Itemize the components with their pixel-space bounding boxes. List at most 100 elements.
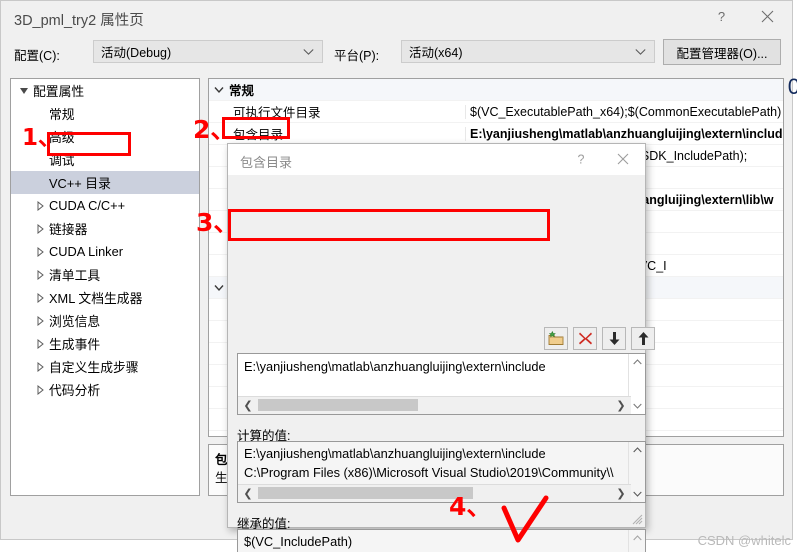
evaluated-values-lines: E:\yanjiusheng\matlab\anzhuangluijing\ex… <box>238 442 645 482</box>
scroll-left-icon[interactable]: ❮ <box>240 397 256 413</box>
directories-editor[interactable]: E:\yanjiusheng\matlab\anzhuangluijing\ex… <box>237 353 646 415</box>
scroll-up-icon[interactable] <box>629 354 645 370</box>
chevron-right-icon[interactable] <box>31 223 49 234</box>
edge-clipped-character: 0 <box>787 74 797 99</box>
tree-item-3[interactable]: 调试 <box>11 148 199 171</box>
delete-button[interactable] <box>573 327 597 350</box>
tree-item-6[interactable]: 链接器 <box>11 217 199 240</box>
dialog-titlebar: 包含目录 ? <box>228 144 645 175</box>
tree-item-label: CUDA C/C++ <box>49 198 126 213</box>
inherited-entry: $(VC_IncludePath) <box>244 534 353 549</box>
tree-item-label: 自定义生成步骤 <box>49 360 139 375</box>
grid-group-row[interactable]: 常规 <box>209 79 783 101</box>
tree-item-label: VC++ 目录 <box>49 176 111 191</box>
directories-editor-lines: E:\yanjiusheng\matlab\anzhuangluijing\ex… <box>238 354 645 376</box>
move-down-button[interactable] <box>602 327 626 350</box>
screenshot-root: 3D_pml_try2 属性页 ? 配置(C): 活动(Debug) 平台(P)… <box>0 0 797 552</box>
resize-grip-icon[interactable] <box>631 513 643 525</box>
chevron-down-icon[interactable] <box>209 86 229 94</box>
window-title: 3D_pml_try2 属性页 <box>14 13 144 29</box>
svg-text:?: ? <box>578 152 585 166</box>
svg-text:?: ? <box>717 9 724 24</box>
chevron-right-icon[interactable] <box>31 315 49 326</box>
platform-select-value: 活动(x64) <box>409 46 463 60</box>
help-icon[interactable]: ? <box>698 1 744 32</box>
tree-item-7[interactable]: CUDA Linker <box>11 240 199 263</box>
new-folder-icon <box>548 331 564 345</box>
hscroll-thumb[interactable] <box>258 399 418 411</box>
tree-item-9[interactable]: XML 文档生成器 <box>11 286 199 309</box>
inherited-values-lines: $(VC_IncludePath)$(WindowsSDK_IncludePat… <box>238 530 645 552</box>
tree-item-label: 调试 <box>49 153 75 168</box>
tree-item-label: 高级 <box>49 130 75 145</box>
tree-item-2[interactable]: 高级 <box>11 125 199 148</box>
tree-item-label: 代码分析 <box>49 383 101 398</box>
config-label: 配置(C): <box>14 49 60 63</box>
tree-list: 配置属性 常规高级调试 VC++ 目录 CUDA C/C++ 链接器 CUDA Linke… <box>11 79 199 401</box>
chevron-down-icon <box>303 48 314 55</box>
platform-select[interactable]: 活动(x64) <box>401 40 655 63</box>
grid-property-row[interactable]: 可执行文件目录 $(VC_ExecutablePath_x64);$(Common… <box>209 101 783 123</box>
grid-property-name: 常规 <box>229 84 255 98</box>
dialog-title: 包含目录 <box>240 155 293 170</box>
scroll-left-icon[interactable]: ❮ <box>240 485 256 501</box>
chevron-down-icon[interactable] <box>209 284 229 292</box>
move-up-button[interactable] <box>631 327 655 350</box>
chevron-right-icon[interactable] <box>31 292 49 303</box>
configuration-tree[interactable]: 配置属性 常规高级调试 VC++ 目录 CUDA C/C++ 链接器 CUDA Linke… <box>10 78 200 496</box>
arrow-up-icon <box>638 332 648 345</box>
tree-item-1[interactable]: 常规 <box>11 102 199 125</box>
scroll-right-icon[interactable]: ❯ <box>613 397 629 413</box>
tree-item-12[interactable]: 自定义生成步骤 <box>11 355 199 378</box>
config-manager-button[interactable]: 配置管理器(O)... <box>663 39 781 65</box>
chevron-down-icon[interactable] <box>15 86 33 96</box>
watermark: CSDN @whitelc <box>697 533 791 548</box>
chevron-right-icon[interactable] <box>31 384 49 395</box>
inherited-vertical-scrollbar[interactable] <box>628 530 645 552</box>
hscroll-thumb[interactable] <box>258 487 473 499</box>
include-directories-dialog: 包含目录 ? E:\yanjiusheng\matlab\anzhuanglui… <box>227 143 655 552</box>
tree-item-0[interactable]: 配置属性 <box>11 79 199 102</box>
scroll-down-icon[interactable] <box>629 398 645 414</box>
dialog-help-icon[interactable]: ? <box>561 144 601 173</box>
chevron-down-icon <box>635 48 646 55</box>
config-select-value: 活动(Debug) <box>101 46 172 60</box>
new-folder-button[interactable] <box>544 327 568 350</box>
grid-property-row[interactable]: 包含目录 E:\yanjiusheng\matlab\anzhuangluijin… <box>209 123 783 145</box>
scroll-up-icon[interactable] <box>629 442 645 458</box>
directory-entry: E:\yanjiusheng\matlab\anzhuangluijing\ex… <box>244 359 546 374</box>
grid-property-value[interactable]: $(VC_ExecutablePath_x64);$(CommonExecuta… <box>465 104 783 119</box>
editor-horizontal-scrollbar[interactable]: ❮ ❯ <box>238 396 631 414</box>
chevron-right-icon[interactable] <box>31 200 49 211</box>
chevron-right-icon[interactable] <box>31 361 49 372</box>
grid-property-name: 包含目录 <box>233 128 284 142</box>
evaluated-horizontal-scrollbar[interactable]: ❮ ❯ <box>238 484 631 502</box>
config-select[interactable]: 活动(Debug) <box>93 40 323 63</box>
tree-item-label: 生成事件 <box>49 337 101 352</box>
tree-item-8[interactable]: 清单工具 <box>11 263 199 286</box>
evaluated-entry: C:\Program Files (x86)\Microsoft Visual … <box>244 465 614 480</box>
tree-item-label: 浏览信息 <box>49 314 101 329</box>
chevron-right-icon[interactable] <box>31 338 49 349</box>
scroll-up-icon[interactable] <box>629 530 645 546</box>
tree-item-10[interactable]: 浏览信息 <box>11 309 199 332</box>
tree-item-label: CUDA Linker <box>49 244 123 259</box>
grid-property-value[interactable]: E:\yanjiusheng\matlab\anzhuangluijing\ex… <box>465 126 783 141</box>
dialog-close-icon[interactable] <box>603 144 643 173</box>
scroll-right-icon[interactable]: ❯ <box>613 485 629 501</box>
grid-property-name: 可执行文件目录 <box>233 106 321 120</box>
tree-item-4[interactable]: VC++ 目录 <box>11 171 199 194</box>
inherited-values-box[interactable]: $(VC_IncludePath)$(WindowsSDK_IncludePat… <box>237 529 646 552</box>
chevron-right-icon[interactable] <box>31 269 49 280</box>
close-icon[interactable] <box>744 1 790 32</box>
tree-item-label: 清单工具 <box>49 268 101 283</box>
tree-item-13[interactable]: 代码分析 <box>11 378 199 401</box>
tree-item-5[interactable]: CUDA C/C++ <box>11 194 199 217</box>
scroll-down-icon[interactable] <box>629 486 645 502</box>
tree-item-label: 链接器 <box>49 222 88 237</box>
arrow-down-icon <box>609 332 619 345</box>
evaluated-values-box[interactable]: E:\yanjiusheng\matlab\anzhuangluijing\ex… <box>237 441 646 503</box>
evaluated-entry: E:\yanjiusheng\matlab\anzhuangluijing\ex… <box>244 446 546 461</box>
tree-item-11[interactable]: 生成事件 <box>11 332 199 355</box>
chevron-right-icon[interactable] <box>31 246 49 257</box>
